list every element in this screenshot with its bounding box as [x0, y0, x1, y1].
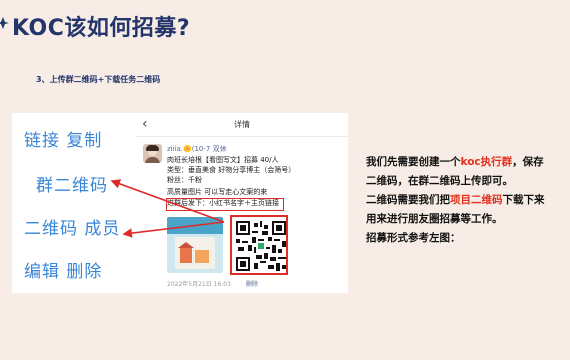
annotation-arrows	[110, 179, 225, 238]
arrow-to-group-qrcode	[110, 179, 225, 223]
text: 我们先需要创建一个	[366, 156, 461, 168]
text: 下载下来	[502, 194, 545, 206]
description-line-1: 我们先需要创建一个koc执行群，保存	[366, 153, 570, 172]
logo-mark-icon	[0, 17, 9, 29]
description-line-2: 二维码，在群二维码上传即可。	[366, 175, 513, 187]
description: 我们先需要创建一个koc执行群，保存 二维码，在群二维码上传即可。 二维码需要我…	[366, 153, 570, 248]
description-line-4: 用来进行朋友圈招募等工作。	[366, 213, 503, 225]
text: ，保存	[512, 156, 544, 168]
arrow-to-qrcode-member	[122, 221, 225, 238]
page-title: KOC该如何招募?	[12, 16, 191, 41]
description-line-3: 二维码需要我们把项目二维码下载下来	[366, 191, 570, 210]
step-heading: 3、上传群二维码+下载任务二维码	[36, 75, 161, 84]
text: 二维码需要我们把	[366, 194, 450, 206]
screenshot-panel: 链接 复制 群二维码 二维码 成员 编辑 删除 ‹ 详情 ziiia.🌼(10-…	[12, 113, 348, 293]
highlight-project-qrcode: 项目二维码	[450, 194, 503, 206]
description-line-5: 招募形式参考左图：	[366, 232, 461, 244]
highlight-koc-group: koc执行群	[460, 156, 513, 168]
